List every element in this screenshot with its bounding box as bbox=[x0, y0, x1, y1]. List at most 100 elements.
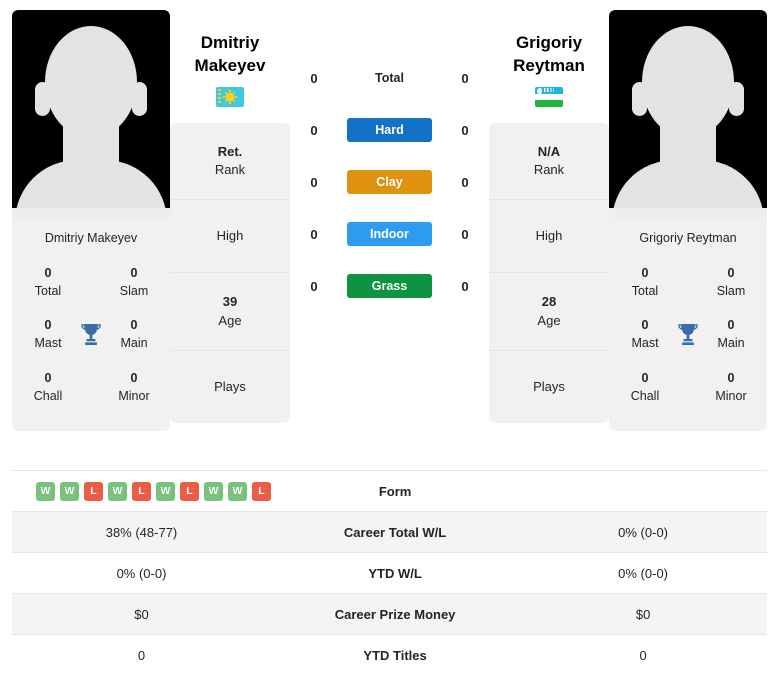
left-titles-total: 0 Total bbox=[24, 264, 72, 300]
right-titles-chall: 0 Chall bbox=[621, 369, 669, 405]
form-badge-l: L bbox=[252, 481, 271, 501]
right-titles-total: 0 Total bbox=[621, 264, 669, 300]
right-player-card[interactable]: Grigoriy Reytman 0 Total 0 Slam 0 Mast 0… bbox=[609, 10, 767, 431]
avatar-ear-left bbox=[632, 82, 647, 116]
left-total-value: 0 bbox=[310, 70, 318, 86]
photo-bottom-fade bbox=[12, 208, 170, 218]
right-titles-total-value: 0 bbox=[641, 266, 649, 280]
left-titles-slam: 0 Slam bbox=[110, 264, 158, 300]
right-rank-label: Rank bbox=[533, 162, 565, 178]
right-titles-slam: 0 Slam bbox=[707, 264, 755, 300]
right-titles-mast: 0 Mast bbox=[621, 316, 669, 352]
right-player-name: Grigoriy Reytman bbox=[513, 10, 585, 78]
left-titles-minor-value: 0 bbox=[130, 370, 138, 385]
right-titles-row-2: 0 Mast 0 Main bbox=[609, 310, 767, 362]
form-badge-w: W bbox=[204, 481, 223, 501]
right-titles-mast-label: Mast bbox=[631, 336, 659, 351]
left-titles-chall: 0 Chall bbox=[24, 369, 72, 405]
surface-label-indoor[interactable]: Indoor bbox=[347, 222, 432, 246]
left-titles-main: 0 Main bbox=[110, 316, 158, 352]
right-indoor-value: 0 bbox=[461, 226, 469, 242]
left-hard-value: 0 bbox=[310, 122, 318, 138]
right-last-name: Reytman bbox=[513, 55, 585, 75]
left-plays-label: Plays bbox=[214, 378, 246, 394]
right-titles-slam-label: Slam bbox=[716, 284, 746, 299]
left-titles-mast-label: Mast bbox=[34, 336, 62, 351]
left-plays-cell: Plays bbox=[170, 351, 290, 423]
right-titles-minor-value: 0 bbox=[727, 370, 735, 385]
right-titles-slam-value: 0 bbox=[727, 266, 735, 280]
right-titles-main-label: Main bbox=[717, 336, 745, 351]
left-player-card[interactable]: Dmitriy Makeyev 0 Total 0 Slam 0 Mast 0 … bbox=[12, 10, 170, 431]
right-player-card-name: Grigoriy Reytman bbox=[609, 218, 767, 258]
left-rank-value: Ret. bbox=[217, 143, 243, 159]
flag-sun bbox=[225, 92, 235, 102]
left-titles-grid: 0 Total 0 Slam 0 Mast 0 Main 0 Chall 0 M… bbox=[12, 258, 170, 431]
left-clay-value: 0 bbox=[310, 174, 318, 190]
left-player-photo bbox=[12, 10, 170, 218]
surface-label-hard[interactable]: Hard bbox=[347, 118, 432, 142]
comparison-header: Dmitriy Makeyev 0 Total 0 Slam 0 Mast 0 … bbox=[0, 0, 779, 470]
right-player-name-column: Grigoriy Reytman N/A Rank High 28 Age Pl… bbox=[489, 10, 609, 423]
surface-label-clay[interactable]: Clay bbox=[347, 170, 432, 194]
left-career-total-wl: 38% (48-77) bbox=[105, 524, 178, 540]
left-titles-slam-value: 0 bbox=[130, 266, 138, 280]
table-row: 0% (0-0) YTD W/L 0% (0-0) bbox=[12, 552, 767, 594]
form-badge-w: W bbox=[36, 481, 55, 501]
surface-label-total: Total bbox=[375, 71, 404, 85]
right-titles-row-1: 0 Total 0 Slam bbox=[609, 258, 767, 310]
right-rank-value: N/A bbox=[537, 143, 561, 159]
right-player-info-card: N/A Rank High 28 Age Plays bbox=[489, 122, 609, 423]
surface-label-grass[interactable]: Grass bbox=[347, 274, 432, 298]
right-high-label: High bbox=[535, 228, 563, 244]
right-ytd-titles: 0 bbox=[639, 647, 647, 663]
left-ytd-wl: 0% (0-0) bbox=[116, 565, 167, 581]
form-badge-w: W bbox=[156, 481, 175, 501]
stats-table-body: WWLWLWLWWL Form 38% (48-77) Career Total… bbox=[12, 470, 767, 676]
left-age-cell: 39 Age bbox=[170, 273, 290, 351]
right-age-value: 28 bbox=[541, 294, 557, 310]
left-player-card-name: Dmitriy Makeyev bbox=[12, 218, 170, 258]
right-titles-minor-label: Minor bbox=[715, 388, 747, 403]
form-badge-l: L bbox=[132, 481, 151, 501]
left-indoor-value: 0 bbox=[310, 226, 318, 242]
left-career-prize-money: $0 bbox=[134, 606, 149, 622]
left-titles-row-3: 0 Chall 0 Minor bbox=[12, 363, 170, 415]
left-titles-chall-value: 0 bbox=[44, 370, 52, 385]
left-form-cell: WWLWLWLWWL bbox=[12, 471, 271, 512]
left-titles-row-2: 0 Mast 0 Main bbox=[12, 310, 170, 362]
surface-row-clay: 0 Clay 0 bbox=[290, 170, 489, 194]
ytd-titles-label: YTD Titles bbox=[363, 647, 427, 663]
trophy-icon bbox=[673, 319, 703, 349]
left-form-badges: WWLWLWLWWL bbox=[12, 481, 271, 501]
form-badge-l: L bbox=[180, 481, 199, 501]
surface-row-hard: 0 Hard 0 bbox=[290, 118, 489, 142]
left-titles-mast: 0 Mast bbox=[24, 316, 72, 352]
flag-crescent bbox=[538, 88, 542, 93]
right-titles-grid: 0 Total 0 Slam 0 Mast 0 Main 0 Chall 0 M… bbox=[609, 258, 767, 431]
left-titles-main-value: 0 bbox=[130, 318, 138, 333]
form-badge-w: W bbox=[228, 481, 247, 501]
right-clay-value: 0 bbox=[461, 174, 469, 190]
left-titles-minor: 0 Minor bbox=[110, 369, 158, 405]
right-hard-value: 0 bbox=[461, 122, 469, 138]
right-titles-total-label: Total bbox=[631, 284, 659, 299]
kazakhstan-flag-icon bbox=[216, 86, 244, 107]
left-high-cell: High bbox=[170, 200, 290, 274]
ytd-wl-label: YTD W/L bbox=[368, 565, 422, 581]
form-row-label: Form bbox=[378, 483, 412, 499]
left-titles-chall-label: Chall bbox=[33, 388, 63, 403]
surface-comparison-column: 0 Total 0 0 Hard 0 0 Clay 0 0 Indoor 0 0 bbox=[290, 10, 489, 298]
left-player-info-card: Ret. Rank High 39 Age Plays bbox=[170, 122, 290, 423]
avatar-ear-right bbox=[132, 82, 147, 116]
left-titles-row-1: 0 Total 0 Slam bbox=[12, 258, 170, 310]
uzbekistan-flag-icon bbox=[535, 86, 563, 107]
form-badge-w: W bbox=[108, 481, 127, 501]
right-titles-main: 0 Main bbox=[707, 316, 755, 352]
left-age-label: Age bbox=[218, 312, 242, 328]
right-age-cell: 28 Age bbox=[489, 273, 609, 351]
surface-row-total: 0 Total 0 bbox=[290, 66, 489, 90]
avatar-ear-left bbox=[35, 82, 50, 116]
table-row: 0 YTD Titles 0 bbox=[12, 634, 767, 676]
table-row: $0 Career Prize Money $0 bbox=[12, 593, 767, 635]
